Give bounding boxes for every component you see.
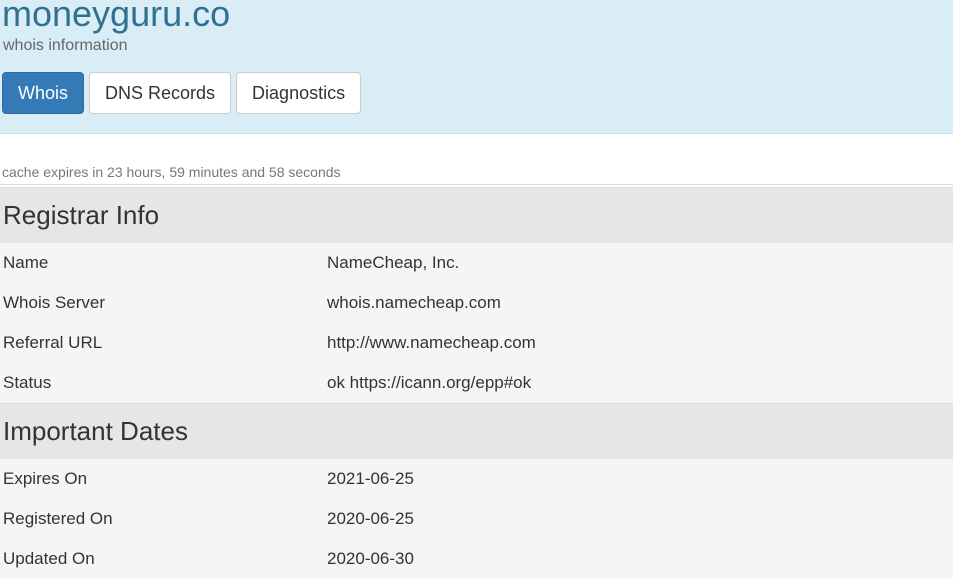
row-value: whois.namecheap.com bbox=[327, 293, 501, 312]
domain-title: moneyguru.co bbox=[2, 0, 231, 34]
divider bbox=[0, 184, 953, 185]
row-value: 2021-06-25 bbox=[327, 469, 414, 488]
page-subtitle: whois information bbox=[3, 37, 128, 54]
info-row-expires-on: Expires On 2021-06-25 bbox=[0, 459, 953, 499]
info-row-status: Status ok https://icann.org/epp#ok bbox=[0, 363, 953, 403]
row-label: Updated On bbox=[3, 549, 95, 568]
info-row-whois-server: Whois Server whois.namecheap.com bbox=[0, 283, 953, 323]
section-heading: Important Dates bbox=[0, 403, 953, 459]
info-row-updated-on: Updated On 2020-06-30 bbox=[0, 539, 953, 579]
info-row-name: Name NameCheap, Inc. bbox=[0, 243, 953, 283]
row-value: ok https://icann.org/epp#ok bbox=[327, 373, 532, 392]
row-value: 2020-06-30 bbox=[327, 549, 414, 568]
page-header: moneyguru.co whois information Whois DNS… bbox=[0, 0, 953, 134]
section-heading: Registrar Info bbox=[0, 187, 953, 243]
tab-dns-records[interactable]: DNS Records bbox=[89, 72, 232, 114]
tab-bar: Whois DNS Records Diagnostics bbox=[2, 72, 362, 114]
row-label: Referral URL bbox=[3, 333, 103, 352]
row-label: Registered On bbox=[3, 509, 113, 528]
important-dates-section: Important Dates Expires On 2021-06-25 Re… bbox=[0, 403, 953, 579]
row-label: Status bbox=[3, 373, 52, 392]
info-row-registered-on: Registered On 2020-06-25 bbox=[0, 499, 953, 539]
info-row-referral-url: Referral URL http://www.namecheap.com bbox=[0, 323, 953, 363]
registrar-info-section: Registrar Info Name NameCheap, Inc. Whoi… bbox=[0, 187, 953, 403]
row-value: NameCheap, Inc. bbox=[327, 253, 460, 272]
row-value: http://www.namecheap.com bbox=[327, 333, 536, 352]
tab-diagnostics[interactable]: Diagnostics bbox=[236, 72, 362, 114]
tab-whois[interactable]: Whois bbox=[2, 72, 85, 114]
row-label: Name bbox=[3, 253, 49, 272]
row-value: 2020-06-25 bbox=[327, 509, 414, 528]
row-label: Whois Server bbox=[3, 293, 106, 312]
row-label: Expires On bbox=[3, 469, 88, 488]
cache-expiry-note: cache expires in 23 hours, 59 minutes an… bbox=[2, 164, 341, 180]
